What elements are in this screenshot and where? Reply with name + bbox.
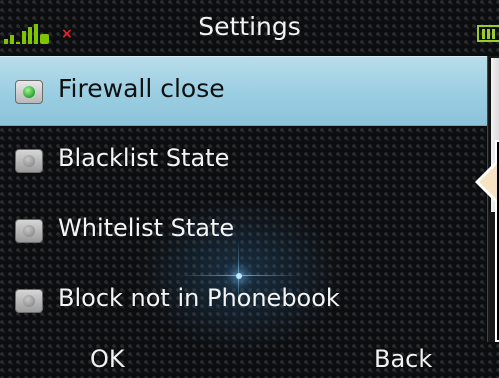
list-item-block-not-in-phonebook[interactable]: Block not in Phonebook [0, 266, 488, 336]
page-title: Settings [198, 12, 301, 41]
status-bar: × Settings [0, 0, 499, 55]
list-item-label: Block not in Phonebook [58, 284, 340, 312]
tooltip-popup-edge [475, 140, 499, 342]
radio-button-icon[interactable] [15, 80, 43, 104]
back-softkey[interactable]: Back [374, 345, 432, 373]
list-item-label: Firewall close [58, 74, 225, 103]
battery-icon [477, 25, 499, 42]
softkey-bar: OK Back [0, 343, 499, 378]
list-item-blacklist-state[interactable]: Blacklist State [0, 126, 488, 196]
radio-button-icon[interactable] [15, 289, 43, 313]
radio-button-icon[interactable] [15, 219, 43, 243]
list-item-label: Blacklist State [58, 144, 230, 172]
ok-softkey[interactable]: OK [90, 345, 125, 373]
list-item-label: Whitelist State [58, 214, 235, 242]
phone-screen: × Settings Firewall close Blacklist Stat… [0, 0, 499, 378]
radio-button-icon[interactable] [15, 149, 43, 173]
list-item-whitelist-state[interactable]: Whitelist State [0, 196, 488, 266]
list-item-firewall-close[interactable]: Firewall close [0, 56, 488, 126]
